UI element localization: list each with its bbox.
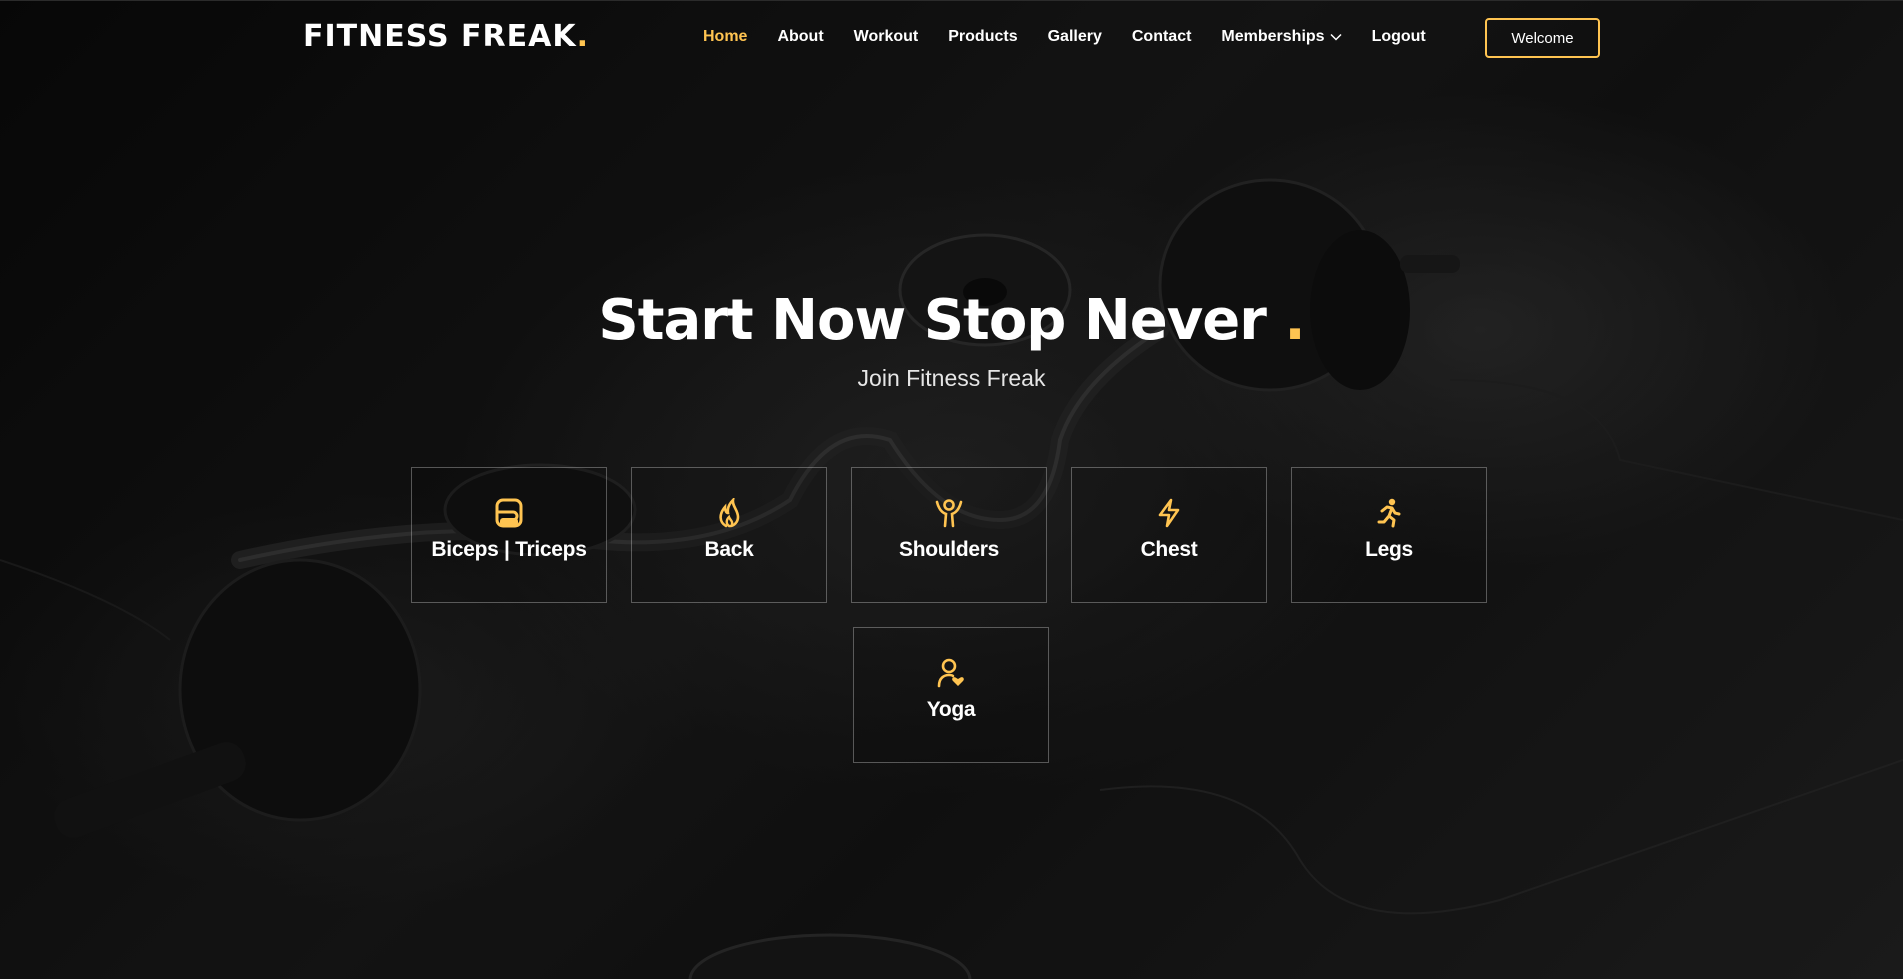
category-card-chest[interactable]: Chest — [1071, 467, 1267, 603]
category-card-shoulders[interactable]: Shoulders — [851, 467, 1047, 603]
person-heart-icon — [936, 658, 966, 688]
category-label: Shoulders — [899, 538, 999, 561]
category-card-back[interactable]: Back — [631, 467, 827, 603]
lightning-icon — [1154, 498, 1184, 528]
nav-contact[interactable]: Contact — [1132, 28, 1192, 46]
dumbbell-box-icon — [494, 498, 524, 528]
category-label: Yoga — [926, 698, 976, 721]
category-card-biceps-triceps[interactable]: Biceps | Triceps — [411, 467, 607, 603]
hero-title-dot: . — [1284, 288, 1305, 353]
site-logo[interactable]: FITNESS FREAK. — [303, 19, 589, 54]
category-label: Chest — [1140, 538, 1198, 561]
hero-title-text: Start Now Stop Never — [598, 288, 1266, 353]
category-card-yoga[interactable]: Yoga — [853, 627, 1049, 763]
category-label: Biceps | Triceps — [431, 538, 587, 561]
category-label: Back — [704, 538, 754, 561]
category-label: Legs — [1365, 538, 1413, 561]
nav-about[interactable]: About — [777, 28, 823, 46]
welcome-button[interactable]: Welcome — [1485, 18, 1600, 58]
nav-logout[interactable]: Logout — [1372, 28, 1426, 46]
fire-icon — [714, 498, 744, 528]
hero-title: Start Now Stop Never . — [0, 288, 1903, 353]
nav-gallery[interactable]: Gallery — [1048, 28, 1102, 46]
nav-home[interactable]: Home — [703, 28, 747, 46]
hero-subtitle: Join Fitness Freak — [857, 365, 1046, 391]
nav-memberships[interactable]: Memberships — [1221, 28, 1342, 46]
running-person-icon — [1374, 498, 1404, 528]
nav-memberships-label: Memberships — [1221, 28, 1325, 45]
main-nav: Home About Workout Products Gallery Cont… — [688, 28, 1441, 46]
person-arms-up-icon — [934, 498, 964, 528]
logo-dot: . — [576, 19, 589, 54]
nav-products[interactable]: Products — [948, 28, 1017, 46]
chevron-down-icon — [1330, 28, 1342, 46]
nav-workout[interactable]: Workout — [854, 28, 919, 46]
category-card-legs[interactable]: Legs — [1291, 467, 1487, 603]
site-header: FITNESS FREAK. Home About Workout Produc… — [0, 0, 1903, 76]
